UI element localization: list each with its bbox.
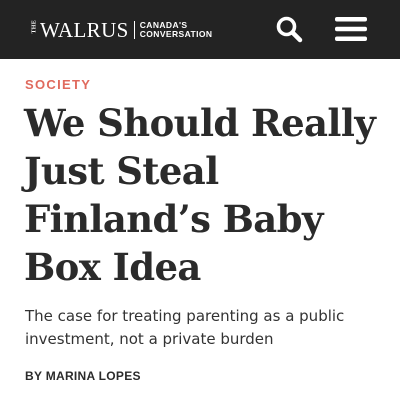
tagline-line-2: CONVERSATION xyxy=(139,29,213,39)
menu-button[interactable] xyxy=(335,16,367,42)
walrus-logo[interactable]: THE WALRUS CANADA'S CONVERSATION xyxy=(31,18,213,42)
site-header: THE WALRUS CANADA'S CONVERSATION xyxy=(0,0,400,59)
logo-the: THE xyxy=(31,19,38,34)
search-icon xyxy=(276,16,303,43)
byline-prefix: BY xyxy=(25,369,46,383)
logo-tagline: CANADA'S CONVERSATION xyxy=(140,21,213,39)
logo-wordmark: WALRUS xyxy=(40,18,129,42)
author-link[interactable]: MARINA LOPES xyxy=(46,369,141,383)
hamburger-menu-icon xyxy=(335,17,367,41)
article-title: We Should Really Just Steal Finland’s Ba… xyxy=(24,101,376,289)
search-button[interactable] xyxy=(275,15,303,43)
section-label[interactable]: SOCIETY xyxy=(25,77,91,92)
byline: BY MARINA LOPES xyxy=(25,369,141,383)
article-dek: The case for treating parenting as a pub… xyxy=(25,307,345,348)
logo-divider xyxy=(133,21,135,39)
